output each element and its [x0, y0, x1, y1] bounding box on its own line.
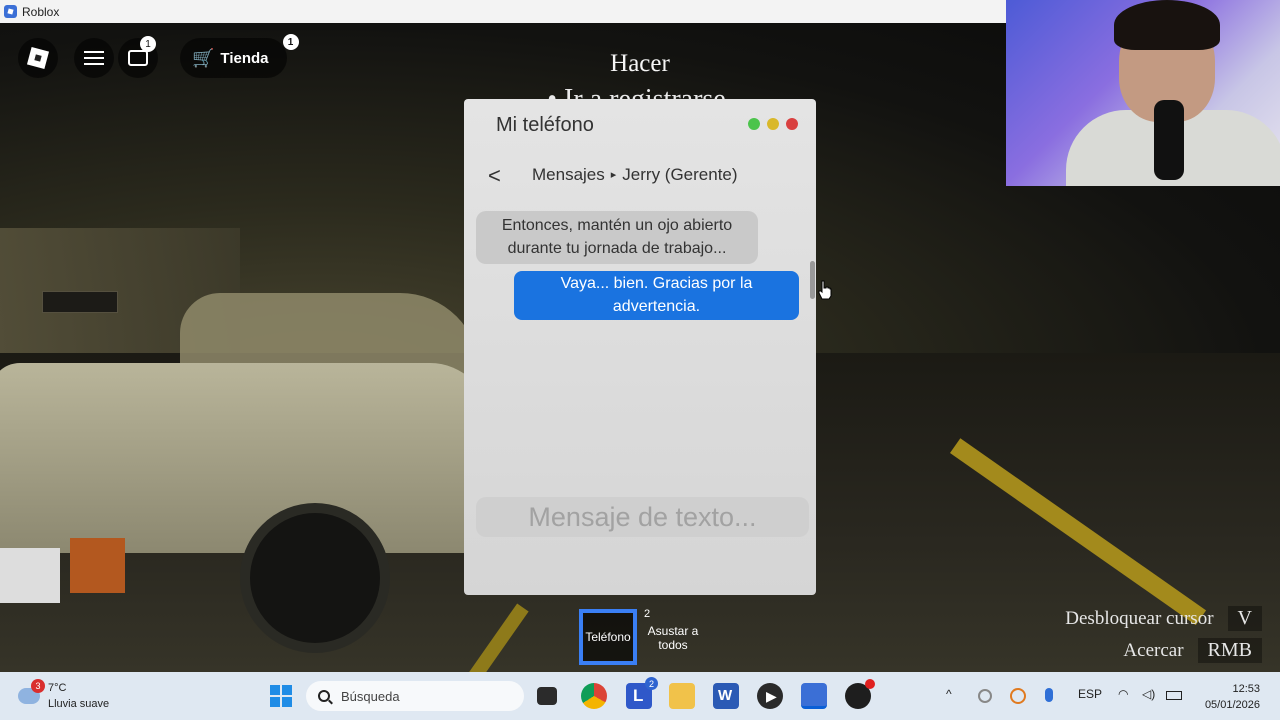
roblox-app-icon	[4, 5, 17, 18]
yellow-dot-icon[interactable]	[767, 118, 779, 130]
hint-key: RMB	[1197, 638, 1262, 663]
hotbar-slot-phone-label: Teléfono	[585, 630, 631, 644]
obs-icon[interactable]	[845, 679, 875, 709]
hotbar-slot-phone[interactable]: Teléfono	[579, 609, 637, 665]
search-placeholder: Búsqueda	[341, 688, 400, 704]
taskbar-clock[interactable]: 12:53 05/01/2026	[1205, 681, 1260, 713]
hint-label: Acercar	[1123, 639, 1184, 661]
red-dot-icon[interactable]	[786, 118, 798, 130]
weather-widget[interactable]: 3 7°C Lluvia suave	[18, 679, 110, 712]
message-outgoing: Vaya... bien. Gracias por la advertencia…	[514, 271, 799, 320]
window-title: Roblox	[22, 4, 60, 19]
weather-description: Lluvia suave	[48, 698, 110, 710]
hint-key: V	[1227, 606, 1262, 631]
tray-chevron-icon[interactable]: ^	[946, 687, 952, 701]
volume-icon[interactable]: ◁)	[1142, 687, 1155, 701]
chat-icon	[128, 50, 148, 66]
chat-badge: 1	[140, 36, 156, 52]
wifi-icon[interactable]: ◠	[1118, 687, 1128, 701]
roblox-menu-button[interactable]	[18, 38, 58, 78]
store-badge: 1	[282, 34, 299, 50]
rain-cloud-icon: 3	[18, 679, 45, 704]
tray-app-icon[interactable]	[978, 689, 992, 703]
task-title: Hacer	[610, 50, 670, 77]
clock-time: 12:53	[1232, 683, 1260, 695]
phone-title: Mi teléfono	[496, 114, 594, 136]
window-dots	[748, 118, 798, 130]
l-app-badge: 2	[645, 677, 658, 690]
file-explorer-icon[interactable]	[669, 683, 695, 709]
phone-panel: Mi teléfono < Mensajes ▸ Jerry (Gerente)…	[464, 99, 816, 595]
hint-unlock-cursor: Desbloquear cursor V	[1065, 606, 1262, 631]
windows-start-icon[interactable]	[270, 685, 292, 707]
breadcrumb-contact: Jerry (Gerente)	[622, 165, 738, 184]
roblox-logo-icon	[26, 46, 50, 70]
hotbar-slot-scare[interactable]: 2 Asustar a todos	[640, 608, 706, 664]
store-button[interactable]: 🛒 Tienda 1	[180, 34, 299, 78]
hint-zoom: Acercar RMB	[1123, 638, 1262, 663]
hotbar-slot-scare-label: Asustar a todos	[647, 624, 699, 652]
message-incoming: Entonces, mantén un ojo abierto durante …	[476, 211, 758, 264]
breadcrumb-messages[interactable]: Mensajes	[532, 165, 605, 185]
media-player-icon[interactable]: ▶	[757, 683, 783, 709]
hint-label: Desbloquear cursor	[1065, 607, 1214, 629]
webcam-overlay	[1006, 0, 1280, 186]
cart-icon: 🛒	[192, 47, 215, 68]
breadcrumb: Mensajes ▸ Jerry (Gerente)	[532, 165, 738, 185]
word-icon[interactable]: W	[713, 683, 739, 709]
weather-badge: 3	[31, 679, 45, 693]
chat-button[interactable]: 1	[118, 36, 158, 78]
back-button[interactable]: <	[488, 163, 501, 189]
green-dot-icon[interactable]	[748, 118, 760, 130]
task-view-icon[interactable]	[537, 687, 557, 705]
scene-car	[0, 293, 510, 653]
hamburger-icon	[84, 51, 104, 65]
battery-icon[interactable]	[1166, 691, 1182, 700]
messages-scrollbar[interactable]	[810, 261, 815, 299]
microphone-icon[interactable]	[1045, 688, 1053, 702]
breadcrumb-separator: ▸	[610, 169, 617, 181]
search-icon	[318, 690, 330, 702]
message-input[interactable]	[476, 497, 809, 537]
roblox-taskbar-icon[interactable]	[801, 683, 827, 709]
hamburger-menu-button[interactable]	[74, 38, 114, 78]
weather-temperature: 7°C	[48, 682, 67, 694]
hand-cursor-icon	[818, 280, 832, 300]
tray-sync-icon[interactable]	[1010, 688, 1026, 704]
language-indicator[interactable]: ESP	[1078, 687, 1102, 701]
store-label: Tienda	[220, 49, 269, 67]
chrome-icon[interactable]	[581, 683, 607, 709]
windows-taskbar: 3 7°C Lluvia suave Búsqueda L 2 W ▶ ^ ES…	[0, 672, 1280, 720]
clock-date: 05/01/2026	[1204, 699, 1260, 711]
taskbar-search[interactable]: Búsqueda	[306, 681, 524, 711]
l-app-icon[interactable]: L 2	[626, 677, 658, 709]
hotbar-slot-number: 2	[644, 608, 651, 620]
